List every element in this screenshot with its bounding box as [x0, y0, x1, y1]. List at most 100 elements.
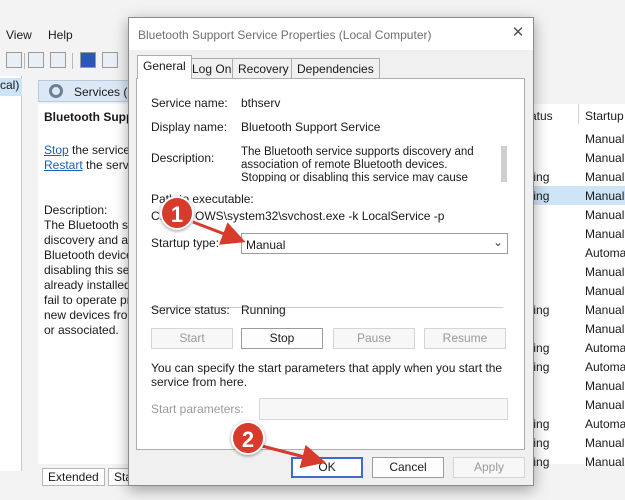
apply-button[interactable]: Apply [453, 457, 525, 478]
table-row[interactable]: Manual [520, 129, 625, 148]
help-icon[interactable] [80, 52, 96, 68]
detail-description-line: Bluetooth device [44, 248, 130, 262]
stop-button[interactable]: Stop [241, 328, 323, 349]
table-row[interactable]: Manual [520, 376, 625, 395]
menu-view[interactable]: View [6, 28, 32, 42]
startup-type-dropdown[interactable]: Manual ⌄ [241, 233, 508, 254]
refresh-icon[interactable] [28, 52, 44, 68]
table-row[interactable]: Manual [520, 205, 625, 224]
toolbar-separator [24, 53, 25, 69]
startup-type-value: Manual [246, 238, 286, 252]
detail-description-line: discovery and as [44, 233, 130, 247]
service-status-label: Service status: [151, 303, 230, 317]
table-row[interactable]: nning Manual [520, 433, 625, 452]
detail-description-line: disabling this se [44, 263, 130, 277]
service-detail-pane: Bluetooth Supp Stop the service Restart … [38, 104, 130, 464]
display-name-value: Bluetooth Support Service [241, 120, 381, 134]
view-tabs: Extended Sta [38, 466, 139, 486]
close-icon[interactable]: ✕ [511, 25, 525, 40]
detail-description-line: fail to operate pr [44, 293, 130, 307]
console-tree [0, 76, 22, 471]
table-row[interactable]: nning Automa [520, 338, 625, 357]
row-startup-type: Automa [585, 360, 625, 374]
service-name-label: Service name: [151, 96, 228, 110]
dialog-title: Bluetooth Support Service Properties (Lo… [138, 28, 432, 42]
row-startup-type: Manual [585, 170, 625, 184]
table-row[interactable]: nning Automa [520, 414, 625, 433]
tree-item-services-local[interactable]: cal) [0, 78, 22, 96]
stop-service-line: Stop the service [44, 143, 130, 157]
chevron-down-icon: ⌄ [492, 235, 503, 249]
detail-description: The Bluetooth se discovery and as Blueto… [44, 218, 130, 338]
table-row[interactable]: nning Manual [520, 300, 625, 319]
start-button[interactable]: Start [151, 328, 233, 349]
start-parameters-input[interactable] [259, 398, 508, 420]
description-textbox[interactable]: The Bluetooth service supports discovery… [241, 146, 507, 182]
description-scrollbar[interactable] [501, 146, 507, 182]
pause-button[interactable]: Pause [333, 328, 415, 349]
restart-service-link[interactable]: Restart [44, 158, 83, 172]
ok-button[interactable]: OK [291, 457, 363, 478]
description-text: The Bluetooth service supports discovery… [241, 146, 474, 182]
row-startup-type: Manual [585, 227, 625, 241]
detail-description-line: new devices from [44, 308, 130, 322]
table-row[interactable]: Manual [520, 319, 625, 338]
table-row[interactable]: nning Manual [520, 186, 625, 205]
tab-dependencies[interactable]: Dependencies [291, 58, 380, 78]
row-startup-type: Manual [585, 322, 625, 336]
table-row[interactable]: Automa [520, 243, 625, 262]
table-row[interactable]: Manual [520, 262, 625, 281]
annotation-badge-1: 1 [160, 196, 194, 230]
stop-service-text: the service [68, 143, 130, 157]
table-row[interactable]: Manual [520, 395, 625, 414]
row-startup-type: Manual [585, 398, 625, 412]
column-header-startup[interactable]: Startup [585, 109, 624, 123]
services-header-title: Services (L [74, 85, 135, 99]
restart-service-line: Restart the servic [44, 158, 130, 172]
table-row[interactable]: nning Automa [520, 357, 625, 376]
tab-extended[interactable]: Extended [42, 468, 105, 486]
console-tree-icon[interactable] [6, 52, 22, 68]
row-startup-type: Manual [585, 208, 625, 222]
tab-general[interactable]: General [137, 55, 192, 79]
gear-icon [49, 84, 63, 98]
row-startup-type: Manual [585, 436, 625, 450]
services-list: atus Startup Manual Manual nning Manual nnin… [520, 104, 625, 469]
stop-service-link[interactable]: Stop [44, 143, 69, 157]
service-status-value: Running [241, 303, 286, 317]
table-row[interactable]: nning Manual [520, 452, 625, 471]
export-icon[interactable] [50, 52, 66, 68]
row-startup-type: Automa [585, 341, 625, 355]
table-row[interactable]: nning Manual [520, 167, 625, 186]
menu-help[interactable]: Help [48, 28, 73, 42]
table-row[interactable]: Manual [520, 281, 625, 300]
row-startup-type: Manual [585, 303, 625, 317]
startup-type-label: Startup type: [151, 236, 220, 250]
row-startup-type: Automa [585, 246, 625, 260]
general-tab-panel: Service name: bthserv Display name: Blue… [136, 78, 525, 450]
row-startup-type: Manual [585, 455, 625, 469]
cancel-button[interactable]: Cancel [372, 457, 444, 478]
row-startup-type: Manual [585, 151, 625, 165]
service-name-value: bthserv [241, 96, 281, 110]
service-detail-name: Bluetooth Supp [44, 110, 130, 124]
row-startup-type: Manual [585, 284, 625, 298]
resume-button[interactable]: Resume [424, 328, 506, 349]
detail-description-line: already installed [44, 278, 130, 292]
service-properties-dialog: Bluetooth Support Service Properties (Lo… [128, 17, 534, 486]
row-startup-type: Automa [585, 417, 625, 431]
display-name-label: Display name: [151, 120, 228, 134]
path-value: OWS\system32\svchost.exe -k LocalService… [195, 209, 445, 223]
properties-icon[interactable] [102, 52, 118, 68]
tab-log-on[interactable]: Log On [186, 58, 238, 78]
tab-recovery[interactable]: Recovery [232, 58, 295, 78]
row-startup-type: Manual [585, 132, 625, 146]
help-text: You can specify the start parameters tha… [151, 361, 503, 389]
table-row[interactable]: Manual [520, 148, 625, 167]
start-parameters-label: Start parameters: [151, 402, 244, 416]
table-row[interactable]: Manual [520, 224, 625, 243]
annotation-badge-2: 2 [231, 421, 265, 455]
description-label: Description: [151, 151, 215, 165]
row-startup-type: Manual [585, 265, 625, 279]
dialog-titlebar: Bluetooth Support Service Properties (Lo… [129, 18, 533, 50]
